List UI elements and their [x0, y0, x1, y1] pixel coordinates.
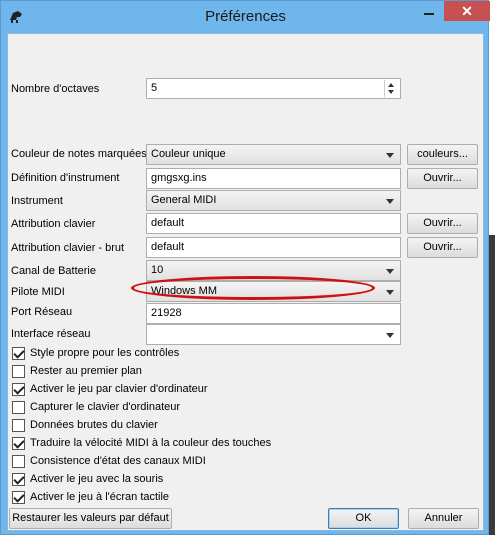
- chevron-down-icon: [386, 290, 394, 295]
- chevron-down-icon: [386, 333, 394, 338]
- checkbox-label: Style propre pour les contrôles: [30, 347, 180, 359]
- checkbox-raw-keyboard[interactable]: [12, 419, 25, 432]
- net-port-field[interactable]: 21928: [146, 303, 401, 324]
- minimize-button[interactable]: [415, 1, 442, 21]
- close-button[interactable]: ✕: [444, 1, 490, 21]
- instrument-value: General MIDI: [151, 194, 217, 206]
- net-port-label: Port Réseau: [11, 306, 73, 318]
- checkbox-grab-keyboard[interactable]: [12, 401, 25, 414]
- background-window-edge: [489, 235, 495, 535]
- note-color-select[interactable]: Couleur unique: [146, 144, 401, 165]
- keyboard-map-label: Attribution clavier: [11, 218, 96, 230]
- keyboard-map-raw-field[interactable]: default: [146, 237, 401, 258]
- checkbox-channel-state[interactable]: [12, 455, 25, 468]
- instrument-def-label: Définition d'instrument: [11, 172, 120, 184]
- highlight-ellipse-annotation: [131, 276, 375, 300]
- instrument-select[interactable]: General MIDI: [146, 190, 401, 211]
- checkbox-label: Capturer le clavier d'ordinateur: [30, 401, 181, 413]
- instrument-def-field[interactable]: gmgsxg.ins: [146, 168, 401, 189]
- octaves-value: 5: [151, 82, 158, 94]
- checkbox-label: Rester au premier plan: [30, 365, 142, 377]
- net-iface-label: Interface réseau: [11, 328, 91, 340]
- drum-channel-value: 10: [151, 264, 164, 276]
- keyboard-map-open-button[interactable]: Ouvrir...: [407, 213, 478, 234]
- cancel-button[interactable]: Annuler: [408, 508, 479, 529]
- checkbox-velocity-color[interactable]: [12, 437, 25, 450]
- checkbox-label: Activer le jeu avec la souris: [30, 473, 164, 485]
- title-bar[interactable]: Préférences ✕: [1, 1, 490, 34]
- keyboard-map-field[interactable]: default: [146, 213, 401, 234]
- drum-channel-label: Canal de Batterie: [11, 265, 96, 277]
- keyboard-map-raw-open-button[interactable]: Ouvrir...: [407, 237, 478, 258]
- chevron-down-icon: [386, 199, 394, 204]
- instrument-label: Instrument: [11, 195, 63, 207]
- checkbox-mouse-play[interactable]: [12, 473, 25, 486]
- chevron-down-icon: [386, 269, 394, 274]
- checkbox-pc-keyboard[interactable]: [12, 383, 25, 396]
- checkbox-stay-on-top[interactable]: [12, 365, 25, 378]
- spin-down-icon[interactable]: [388, 90, 394, 94]
- net-iface-select[interactable]: [146, 324, 401, 345]
- checkbox-touch-play[interactable]: [12, 491, 25, 504]
- checkbox-native-style[interactable]: [12, 347, 25, 360]
- midi-driver-label: Pilote MIDI: [11, 286, 65, 298]
- checkbox-label: Activer le jeu à l'écran tactile: [30, 491, 170, 503]
- keyboard-map-raw-label: Attribution clavier - brut: [11, 242, 125, 254]
- instrument-def-open-button[interactable]: Ouvrir...: [407, 168, 478, 189]
- colors-button[interactable]: couleurs...: [407, 144, 478, 165]
- spin-up-icon[interactable]: [388, 83, 394, 87]
- octaves-label: Nombre d'octaves: [11, 83, 100, 95]
- checkbox-label: Traduire la vélocité MIDI à la couleur d…: [30, 437, 272, 449]
- spin-buttons[interactable]: [384, 80, 398, 97]
- close-icon: ✕: [461, 3, 473, 19]
- checkbox-label: Activer le jeu par clavier d'ordinateur: [30, 383, 208, 395]
- ok-button[interactable]: OK: [328, 508, 399, 529]
- checkbox-label: Données brutes du clavier: [30, 419, 158, 431]
- note-color-value: Couleur unique: [151, 148, 226, 160]
- checkbox-label: Consistence d'état des canaux MIDI: [30, 455, 206, 467]
- chevron-down-icon: [386, 153, 394, 158]
- restore-defaults-button[interactable]: Restaurer les valeurs par défaut: [9, 508, 172, 529]
- minimize-icon: [424, 13, 434, 15]
- octaves-spinbox[interactable]: 5: [146, 78, 401, 99]
- note-color-label: Couleur de notes marquées: [11, 148, 147, 160]
